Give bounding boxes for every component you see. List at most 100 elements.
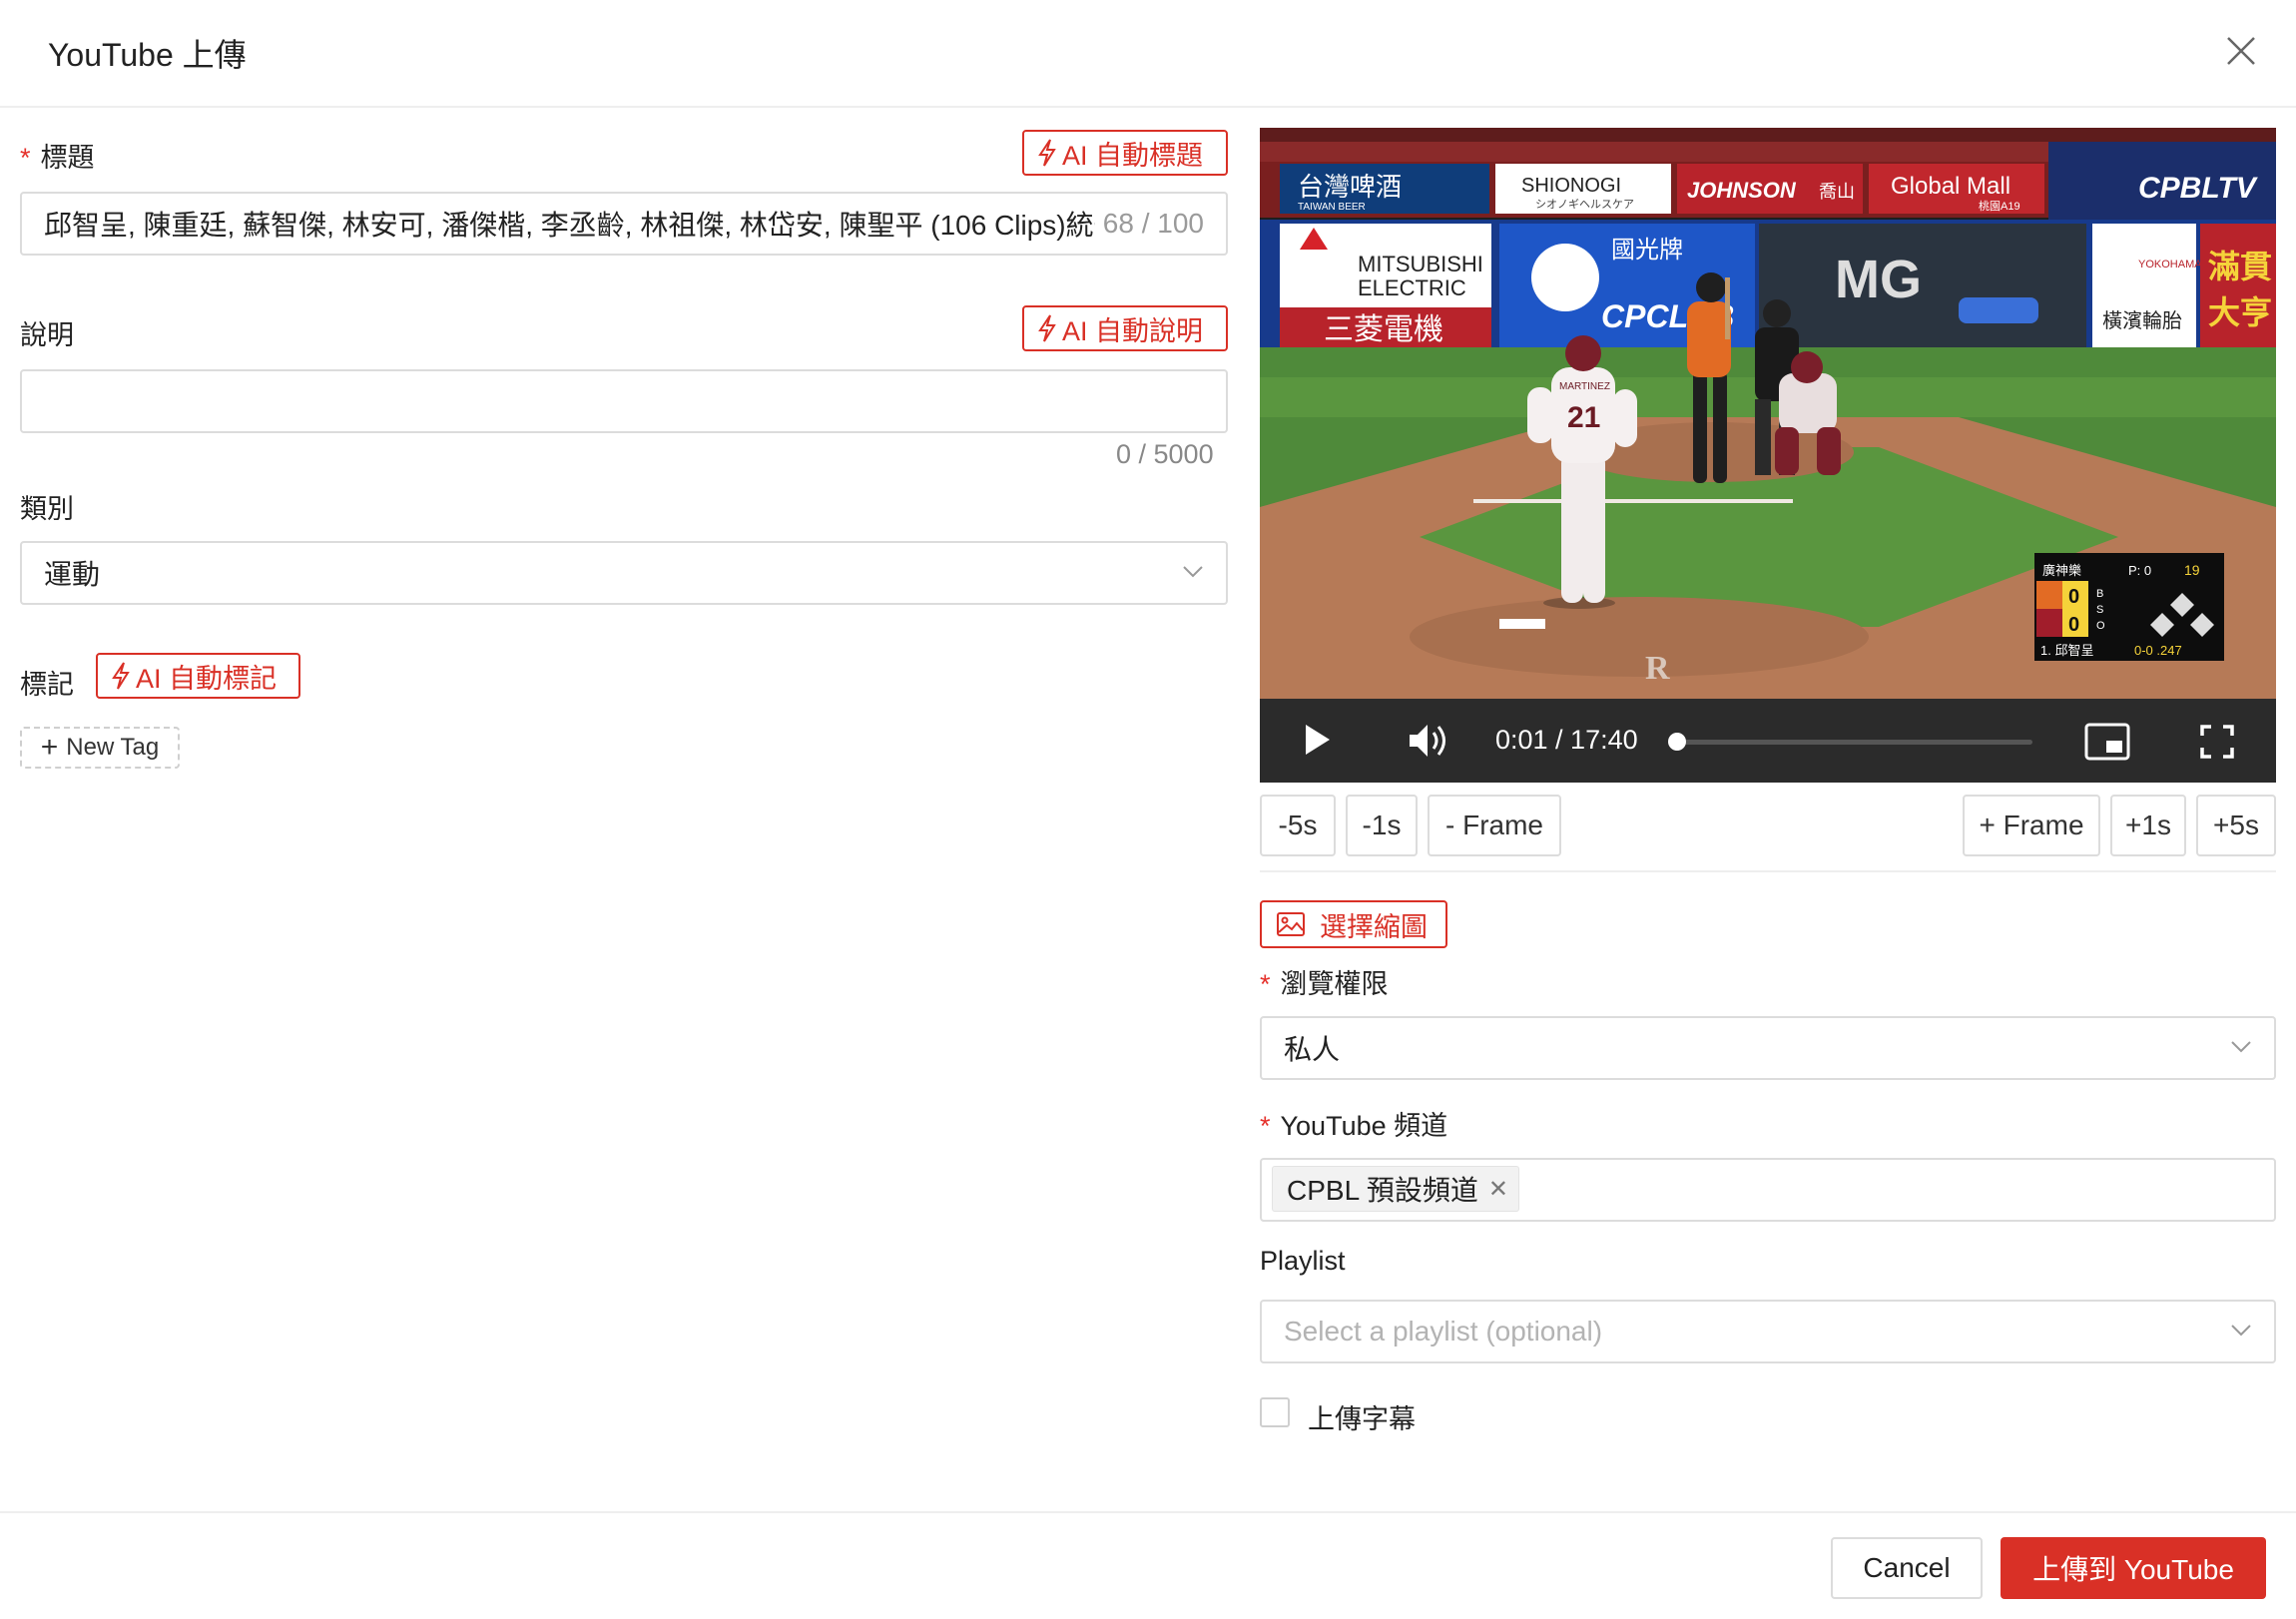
back-5s-button[interactable]: -5s bbox=[1260, 795, 1336, 856]
ai-description-button[interactable]: AI 自動說明 bbox=[1022, 305, 1228, 351]
ad-kuokuang: 國光牌 bbox=[1611, 237, 1683, 264]
ad-shionogi-sub: シオノギヘルスケア bbox=[1535, 198, 1634, 211]
title-label: * 標題 bbox=[20, 136, 95, 175]
progress-knob[interactable] bbox=[1668, 733, 1687, 751]
scoreboard-avg: 0-0 .247 bbox=[2134, 643, 2182, 658]
privacy-label-text: 瀏覽權限 bbox=[1280, 969, 1389, 999]
upload-to-youtube-button[interactable]: 上傳到 YouTube bbox=[2001, 1537, 2266, 1599]
new-tag-label: New Tag bbox=[66, 734, 160, 761]
ai-description-button-label: AI 自動說明 bbox=[1062, 315, 1204, 346]
chevron-down-icon bbox=[2231, 1041, 2251, 1053]
ad-mg: MG bbox=[1835, 250, 1922, 309]
ad-global-mall: Global Mall bbox=[1891, 173, 2010, 200]
plus-icon: + bbox=[40, 731, 59, 764]
ai-title-button-label: AI 自動標題 bbox=[1062, 140, 1204, 171]
title-char-count: 68 / 100 bbox=[1102, 208, 1204, 239]
channel-chip: CPBL 預設頻道 ✕ bbox=[1272, 1166, 1519, 1212]
playlist-placeholder: Select a playlist (optional) bbox=[1284, 1316, 1603, 1347]
ad-mitsubishi-cn: 三菱電機 bbox=[1324, 313, 1443, 346]
chevron-down-icon bbox=[2231, 1325, 2251, 1337]
scoreboard-batter: 1. 邱智呈 bbox=[2040, 643, 2093, 658]
ai-tags-button-label: AI 自動標記 bbox=[136, 663, 278, 694]
upload-subtitles-label: 上傳字幕 bbox=[1308, 1404, 1416, 1434]
back-frame-button[interactable]: - Frame bbox=[1428, 795, 1561, 856]
title-label-text: 標題 bbox=[40, 143, 95, 173]
privacy-label: * 瀏覽權限 bbox=[1260, 962, 1389, 1001]
scoreboard-pitch-count: 19 bbox=[2184, 562, 2200, 578]
title-input[interactable]: 邱智呈, 陳重廷, 蘇智傑, 林安可, 潘傑楷, 李丞齡, 林祖傑, 林岱安, … bbox=[20, 192, 1228, 256]
ai-title-button[interactable]: AI 自動標題 bbox=[1022, 130, 1228, 176]
cpbltv-logo: CPBLTV bbox=[2138, 172, 2259, 205]
ad-taiwan-beer: 台灣啤酒 bbox=[1298, 172, 1402, 202]
select-thumbnail-button[interactable]: 選擇縮圖 bbox=[1260, 900, 1447, 948]
playlist-select[interactable]: Select a playlist (optional) bbox=[1260, 1300, 2276, 1363]
ad-mitsubishi: MITSUBISHI bbox=[1358, 252, 1483, 276]
forward-5s-button[interactable]: +5s bbox=[2196, 795, 2276, 856]
title-input-value: 邱智呈, 陳重廷, 蘇智傑, 林安可, 潘傑楷, 李丞齡, 林祖傑, 林岱安, … bbox=[44, 210, 1095, 241]
scoreboard-b-label: B bbox=[2096, 588, 2103, 600]
lightning-icon bbox=[1038, 314, 1056, 342]
video-time: 0:01 / 17:40 bbox=[1495, 725, 1638, 755]
svg-text:R: R bbox=[1645, 650, 1670, 687]
chevron-down-icon bbox=[1183, 566, 1203, 578]
ad-dahen: 大亨 bbox=[2208, 294, 2272, 330]
description-label: 說明 bbox=[20, 320, 74, 350]
image-icon bbox=[1277, 912, 1305, 936]
tags-label: 標記 bbox=[20, 670, 74, 700]
back-1s-button[interactable]: -1s bbox=[1346, 795, 1418, 856]
fullscreen-icon[interactable] bbox=[2200, 725, 2234, 759]
required-mark: * bbox=[1260, 1111, 1271, 1141]
video-player[interactable]: 台灣啤酒 TAIWAN BEER SHIONOGI シオノギヘルスケア JOHN… bbox=[1260, 128, 2276, 783]
ad-yokohama: YOKOHAMA bbox=[2138, 259, 2202, 270]
scoreboard: 廣神樂 P: 0 19 0 0 B S O 1. 邱智呈 0-0 .247 bbox=[2034, 553, 2224, 661]
volume-icon[interactable] bbox=[1408, 721, 1451, 761]
pitcher-number: 21 bbox=[1567, 401, 1600, 434]
scoreboard-team2-score: 0 bbox=[2068, 614, 2079, 636]
required-mark: * bbox=[1260, 969, 1271, 999]
description-char-count: 0 / 5000 bbox=[1116, 439, 1214, 469]
ai-tags-button[interactable]: AI 自動標記 bbox=[96, 653, 300, 699]
pitcher-name: MARTINEZ bbox=[1559, 381, 1610, 392]
dialog-header: YouTube 上傳 bbox=[0, 0, 2296, 108]
youtube-upload-dialog: YouTube 上傳 * 標題 AI 自動標題 邱智呈, 陳重廷, 蘇智傑, 林安… bbox=[0, 0, 2296, 1619]
ad-johnson: JOHNSON bbox=[1687, 178, 1797, 203]
ad-johnson-cn: 喬山 bbox=[1819, 182, 1855, 202]
scoreboard-pitches: P: 0 bbox=[2128, 563, 2151, 578]
description-input[interactable] bbox=[20, 369, 1228, 433]
progress-bar[interactable] bbox=[1677, 740, 2032, 745]
dialog-title: YouTube 上傳 bbox=[48, 37, 247, 73]
ad-global-mall-sub: 桃園A19 bbox=[1979, 199, 2020, 213]
channel-label: * YouTube 頻道 bbox=[1260, 1104, 1447, 1143]
scoreboard-o-label: O bbox=[2096, 620, 2105, 632]
new-tag-button[interactable]: + New Tag bbox=[20, 727, 180, 769]
upload-subtitles-checkbox[interactable] bbox=[1260, 1397, 1290, 1427]
scoreboard-pitcher: 廣神樂 bbox=[2042, 563, 2081, 578]
privacy-select[interactable]: 私人 bbox=[1260, 1016, 2276, 1080]
ad-yokohama-cn: 橫濱輪胎 bbox=[2102, 309, 2182, 332]
select-thumbnail-label: 選擇縮圖 bbox=[1320, 911, 1428, 942]
ad-taiwan-beer-en: TAIWAN BEER bbox=[1298, 202, 1366, 213]
required-mark: * bbox=[20, 143, 31, 173]
ad-shionogi: SHIONOGI bbox=[1521, 175, 1621, 197]
cancel-button[interactable]: Cancel bbox=[1831, 1537, 1983, 1599]
picture-in-picture-icon[interactable] bbox=[2084, 723, 2130, 761]
forward-1s-button[interactable]: +1s bbox=[2110, 795, 2186, 856]
scoreboard-team1-score: 0 bbox=[2068, 586, 2079, 608]
channel-label-text: YouTube 頻道 bbox=[1280, 1111, 1448, 1141]
play-icon[interactable] bbox=[1302, 723, 1332, 757]
category-label: 類別 bbox=[20, 494, 74, 524]
remove-chip-icon[interactable]: ✕ bbox=[1488, 1175, 1508, 1204]
lightning-icon bbox=[112, 662, 130, 690]
playlist-label: Playlist bbox=[1260, 1246, 1346, 1276]
category-select[interactable]: 運動 bbox=[20, 541, 1228, 605]
close-icon[interactable] bbox=[2224, 34, 2258, 68]
category-select-value: 運動 bbox=[44, 559, 101, 590]
divider bbox=[1260, 870, 2276, 872]
dialog-footer: Cancel 上傳到 YouTube bbox=[0, 1511, 2296, 1619]
ad-manguan: 滿貫 bbox=[2208, 249, 2272, 284]
video-controls: 0:01 / 17:40 bbox=[1260, 699, 2276, 783]
privacy-select-value: 私人 bbox=[1284, 1034, 1341, 1065]
scoreboard-s-label: S bbox=[2096, 604, 2103, 616]
forward-frame-button[interactable]: + Frame bbox=[1963, 795, 2100, 856]
ad-mitsubishi-electric: ELECTRIC bbox=[1358, 275, 1466, 300]
